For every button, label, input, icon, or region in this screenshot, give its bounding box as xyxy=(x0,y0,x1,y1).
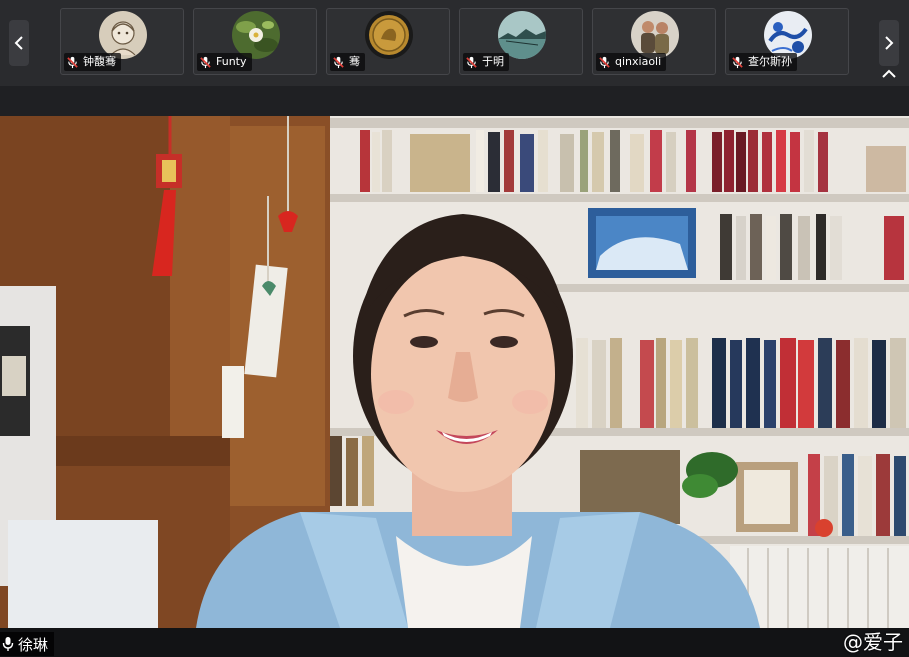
microphone-muted-icon xyxy=(599,56,610,68)
collapse-strip-button[interactable] xyxy=(880,68,898,80)
participant-name-bar: 于明 xyxy=(463,53,509,71)
chevron-left-icon xyxy=(14,36,23,50)
speaker-name: 徐琳 xyxy=(18,635,49,654)
watermark-text: @爱子 xyxy=(843,630,903,654)
participant-name: 查尔斯孙 xyxy=(748,55,792,68)
avatar xyxy=(99,11,147,59)
participant-tile[interactable]: Funty xyxy=(193,8,317,75)
microphone-muted-icon xyxy=(732,56,743,68)
participant-name-bar: 骞 xyxy=(330,53,365,71)
participant-name-bar: Funty xyxy=(197,53,252,71)
participant-name-bar: 查尔斯孙 xyxy=(729,53,797,71)
microphone-icon xyxy=(2,637,14,651)
avatar xyxy=(365,11,413,59)
participant-name: 骞 xyxy=(349,55,360,68)
active-speaker-label: 徐琳 xyxy=(0,632,55,656)
avatar xyxy=(232,11,280,59)
participant-name: 于明 xyxy=(482,55,504,68)
participant-name: qinxiaoli xyxy=(615,55,662,68)
chevron-right-icon xyxy=(885,36,894,50)
microphone-muted-icon xyxy=(67,56,78,68)
chevron-up-icon xyxy=(882,69,896,78)
participant-tile[interactable]: qinxiaoli xyxy=(592,8,716,75)
participant-tile[interactable]: 查尔斯孙 xyxy=(725,8,849,75)
avatar xyxy=(631,11,679,59)
participant-name: 钟馥骞 xyxy=(83,55,116,68)
participant-strip: 钟馥骞 Funty 骞 于明 qinxiaoli 查尔斯孙 xyxy=(0,0,909,86)
toolbar-spacer xyxy=(0,86,909,116)
participant-tile[interactable]: 钟馥骞 xyxy=(60,8,184,75)
next-page-button[interactable] xyxy=(879,20,899,66)
participant-name-bar: qinxiaoli xyxy=(596,53,667,71)
speaker-video-frame xyxy=(0,116,909,628)
microphone-muted-icon xyxy=(200,56,211,68)
avatar xyxy=(498,11,546,59)
participant-name-bar: 钟馥骞 xyxy=(64,53,121,71)
main-video-view xyxy=(0,116,909,628)
participant-name: Funty xyxy=(216,55,247,68)
participant-tile[interactable]: 于明 xyxy=(459,8,583,75)
microphone-muted-icon xyxy=(466,56,477,68)
participant-tile[interactable]: 骞 xyxy=(326,8,450,75)
microphone-muted-icon xyxy=(333,56,344,68)
previous-page-button[interactable] xyxy=(9,20,29,66)
bottom-bar xyxy=(0,628,909,657)
avatar xyxy=(764,11,812,59)
